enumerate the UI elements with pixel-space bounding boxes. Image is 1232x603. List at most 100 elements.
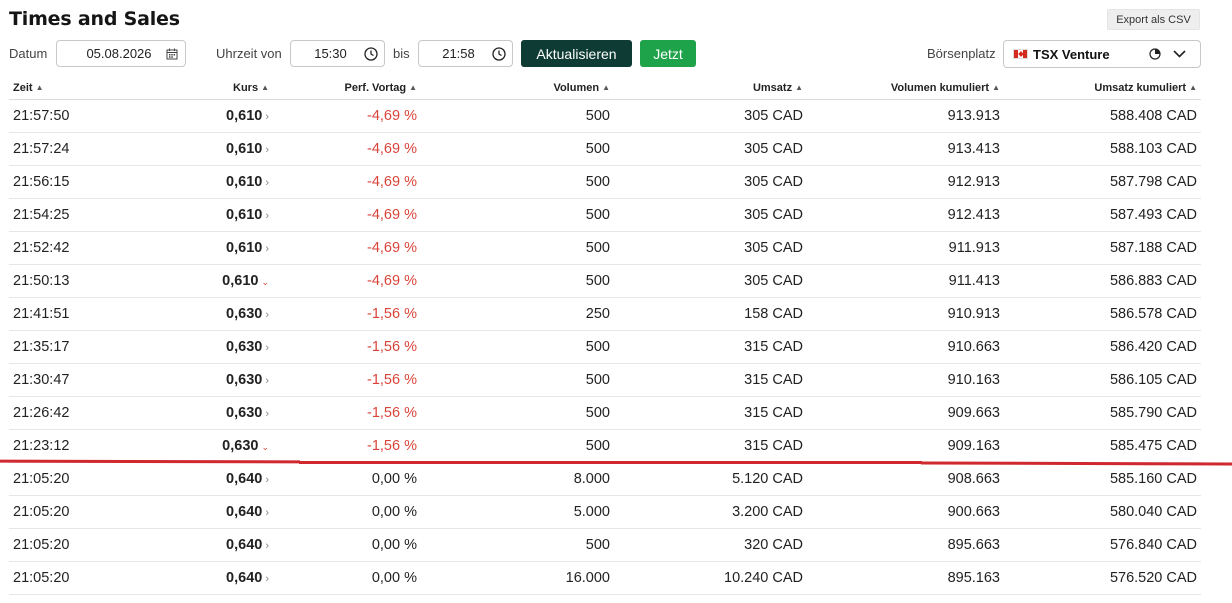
cell-zeit: 21:05:20: [9, 462, 101, 496]
cell-zeit: 21:05:20: [9, 561, 101, 595]
table-row: 21:56:15 0,610 › -4,69 % 500 305 CAD 912.913 58…: [9, 165, 1201, 199]
column-header-umsatz-kumuliert[interactable]: Umsatz kumuliert ▲︎: [1004, 76, 1201, 100]
cell-volumen: 500: [421, 396, 614, 430]
cell-perf: -4,69 %: [273, 231, 421, 265]
chevron-down-icon: ⌄: [261, 442, 269, 452]
export-csv-button[interactable]: Export als CSV: [1107, 9, 1200, 30]
chevron-right-icon: ›: [265, 111, 269, 123]
page-title: Times and Sales: [9, 8, 180, 30]
column-header-volumen[interactable]: Volumen ▲︎: [421, 76, 614, 100]
cell-perf: -4,69 %: [273, 198, 421, 232]
kurs-value: 0,630: [226, 306, 263, 322]
chevron-down-icon: ⌄: [261, 277, 269, 287]
date-field[interactable]: 05.08.2026: [56, 40, 186, 67]
table-row: 21:05:20 0,640 › 0,00 % 8.000 5.120 CAD 908.66…: [9, 462, 1201, 496]
date-label: Datum: [9, 46, 48, 61]
cell-umsatz-kumuliert: 586.883 CAD: [1004, 264, 1201, 298]
clock-icon[interactable]: [358, 46, 384, 61]
cell-umsatz: 10.240 CAD: [614, 561, 807, 595]
cell-umsatz-kumuliert: 588.103 CAD: [1004, 132, 1201, 166]
time-from-field[interactable]: 15:30: [290, 40, 385, 67]
column-header-volumen-kumuliert[interactable]: Volumen kumuliert ▲︎: [807, 76, 1004, 100]
cell-perf: -4,69 %: [273, 165, 421, 199]
time-to-field[interactable]: 21:58: [418, 40, 513, 67]
chevron-right-icon: ›: [265, 144, 269, 156]
column-header-label: Umsatz kumuliert: [1094, 81, 1187, 94]
sort-arrows-icon[interactable]: ▲︎: [36, 83, 44, 92]
kurs-value: 0,640: [226, 537, 263, 553]
times-and-sales-table: Zeit ▲︎ Kurs ▲︎ Perf. Vortag ▲︎ Volumen ▲︎ U…: [9, 76, 1201, 595]
cell-volumen: 500: [421, 264, 614, 298]
kurs-value: 0,610: [226, 240, 263, 256]
chevron-down-icon[interactable]: [1173, 50, 1186, 58]
cell-volumen-kumuliert: 913.413: [807, 132, 1004, 166]
cell-zeit: 21:05:20: [9, 528, 101, 562]
sort-arrows-icon[interactable]: ▲︎: [602, 83, 610, 92]
now-button[interactable]: Jetzt: [640, 40, 696, 67]
sort-arrows-icon[interactable]: ▲︎: [261, 83, 269, 92]
cell-umsatz: 305 CAD: [614, 198, 807, 232]
kurs-value: 0,640: [226, 504, 263, 520]
clock-icon[interactable]: [486, 46, 512, 61]
cell-perf: -1,56 %: [273, 429, 421, 463]
cell-volumen: 500: [421, 231, 614, 265]
refresh-button[interactable]: Aktualisieren: [521, 40, 632, 67]
kurs-value: 0,610: [226, 141, 263, 157]
chevron-right-icon: ›: [265, 243, 269, 255]
column-header-kurs[interactable]: Kurs ▲︎: [101, 76, 273, 100]
table-row: 21:41:51 0,630 › -1,56 % 250 158 CAD 910.913 58…: [9, 297, 1201, 331]
column-header-label: Zeit: [13, 81, 33, 94]
cell-kurs: 0,610 ⌄: [101, 264, 273, 298]
cell-umsatz: 315 CAD: [614, 363, 807, 397]
exchange-select[interactable]: TSX Venture: [1003, 40, 1201, 68]
table-row: 21:57:50 0,610 › -4,69 % 500 305 CAD 913.913 58…: [9, 99, 1201, 133]
cell-volumen: 500: [421, 165, 614, 199]
cell-umsatz-kumuliert: 576.840 CAD: [1004, 528, 1201, 562]
cell-volumen: 500: [421, 99, 614, 133]
cell-kurs: 0,640 ›: [101, 495, 273, 529]
cell-volumen-kumuliert: 909.163: [807, 429, 1004, 463]
cell-zeit: 21:23:12: [9, 429, 101, 463]
cell-umsatz-kumuliert: 585.160 CAD: [1004, 462, 1201, 496]
cell-umsatz-kumuliert: 587.798 CAD: [1004, 165, 1201, 199]
cell-volumen: 500: [421, 429, 614, 463]
sort-arrows-icon[interactable]: ▲︎: [992, 83, 1000, 92]
cell-kurs: 0,610 ›: [101, 231, 273, 265]
table-row: 21:52:42 0,610 › -4,69 % 500 305 CAD 911.913 58…: [9, 231, 1201, 265]
exchange-label: Börsenplatz: [927, 46, 996, 61]
cell-volumen-kumuliert: 912.413: [807, 198, 1004, 232]
cell-volumen: 500: [421, 363, 614, 397]
cell-kurs: 0,630 ›: [101, 363, 273, 397]
cell-kurs: 0,640 ›: [101, 528, 273, 562]
cell-umsatz-kumuliert: 587.493 CAD: [1004, 198, 1201, 232]
calendar-icon[interactable]: [159, 48, 185, 60]
table-row: 21:50:13 0,610 ⌄ -4,69 % 500 305 CAD 911.413 58…: [9, 264, 1201, 298]
table-row: 21:57:24 0,610 › -4,69 % 500 305 CAD 913.413 58…: [9, 132, 1201, 166]
cell-umsatz: 305 CAD: [614, 99, 807, 133]
cell-perf: -1,56 %: [273, 330, 421, 364]
sort-arrows-icon[interactable]: ▲︎: [409, 83, 417, 92]
cell-volumen: 500: [421, 330, 614, 364]
cell-kurs: 0,610 ›: [101, 132, 273, 166]
cell-perf: 0,00 %: [273, 528, 421, 562]
cell-volumen: 8.000: [421, 462, 614, 496]
cell-volumen-kumuliert: 913.913: [807, 99, 1004, 133]
sort-arrows-icon[interactable]: ▲︎: [795, 83, 803, 92]
cell-umsatz: 315 CAD: [614, 429, 807, 463]
cell-umsatz: 305 CAD: [614, 132, 807, 166]
column-header-umsatz[interactable]: Umsatz ▲︎: [614, 76, 807, 100]
exchange-value: TSX Venture: [1033, 46, 1110, 62]
cell-umsatz-kumuliert: 586.420 CAD: [1004, 330, 1201, 364]
cell-umsatz: 305 CAD: [614, 231, 807, 265]
cell-volumen-kumuliert: 909.663: [807, 396, 1004, 430]
column-header-perf[interactable]: Perf. Vortag ▲︎: [273, 76, 421, 100]
cell-perf: 0,00 %: [273, 561, 421, 595]
column-header-zeit[interactable]: Zeit ▲︎: [9, 76, 101, 100]
cell-umsatz: 305 CAD: [614, 165, 807, 199]
cell-zeit: 21:57:50: [9, 99, 101, 133]
cell-umsatz-kumuliert: 580.040 CAD: [1004, 495, 1201, 529]
sort-arrows-icon[interactable]: ▲︎: [1189, 83, 1197, 92]
cell-volumen: 500: [421, 198, 614, 232]
cell-perf: -1,56 %: [273, 297, 421, 331]
kurs-value: 0,630: [226, 372, 263, 388]
